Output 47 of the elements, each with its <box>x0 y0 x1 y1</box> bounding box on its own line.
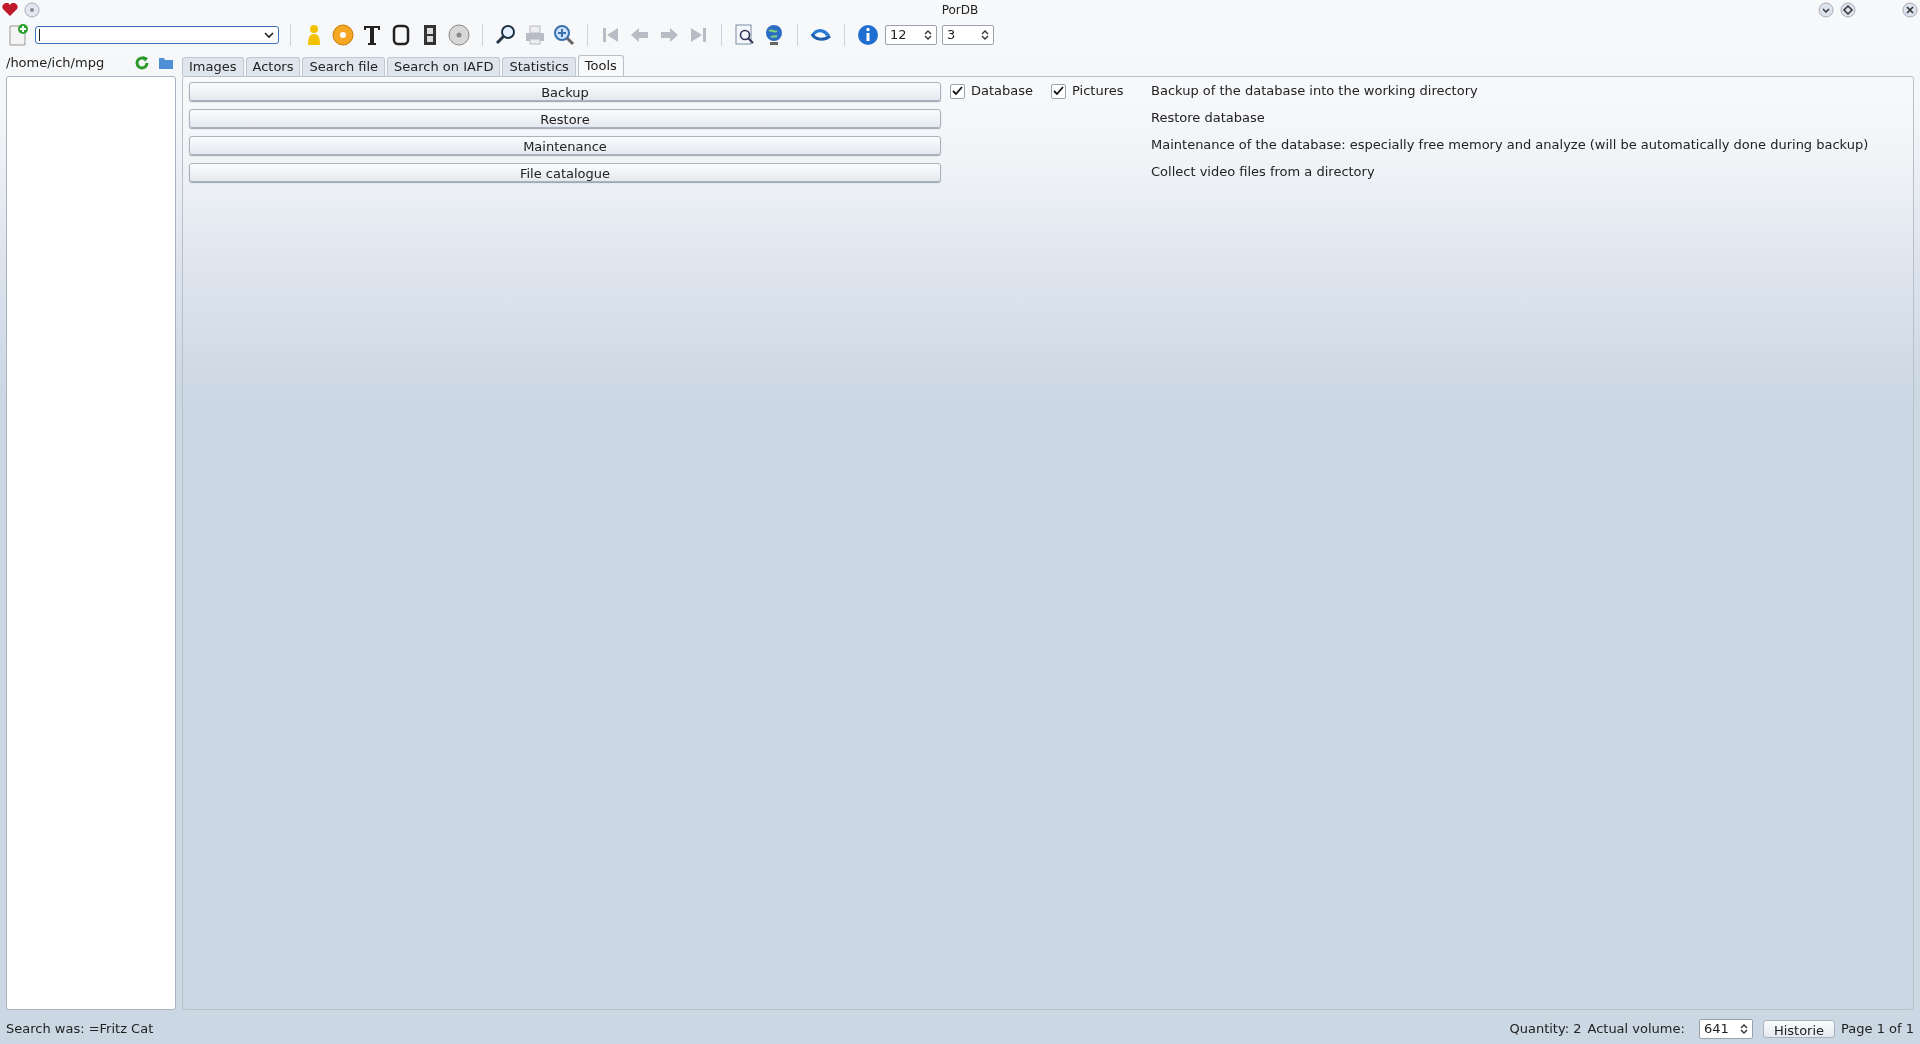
history-button[interactable]: Historie <box>1762 1020 1836 1038</box>
checkbox[interactable] <box>950 83 965 99</box>
disc-icon[interactable] <box>331 23 355 47</box>
tab[interactable]: Statistics <box>502 57 576 76</box>
spin-box[interactable]: 641 <box>1698 1019 1753 1039</box>
folder-icon[interactable] <box>158 56 174 70</box>
check-icon <box>1053 86 1065 96</box>
up-down-arrows-icon[interactable] <box>981 29 989 41</box>
zoom-in-icon[interactable] <box>552 23 576 47</box>
tab[interactable]: Tools <box>577 55 624 76</box>
up-down-arrows-icon[interactable] <box>1739 1023 1748 1035</box>
tool-description: Restore database <box>1151 109 1265 128</box>
tab[interactable]: Search file <box>302 57 386 76</box>
checkbox-label: Pictures <box>1072 82 1124 101</box>
heart-logo-icon <box>2 3 18 17</box>
tab[interactable]: Search on IAFD <box>387 57 501 76</box>
new-document-icon[interactable] <box>6 23 30 47</box>
up-down-arrows-icon[interactable] <box>924 29 932 41</box>
tool-button[interactable]: Restore <box>189 108 941 128</box>
info-icon[interactable] <box>856 23 880 47</box>
refresh-icon[interactable] <box>134 55 150 71</box>
checkbox-label: Database <box>971 82 1034 101</box>
page-indicator: Page 1 of 1 <box>1841 1020 1914 1039</box>
window-title: PorDB <box>941 2 979 19</box>
volume-label: Actual volume: <box>1587 1020 1685 1039</box>
tool-button[interactable]: Backup <box>189 81 941 101</box>
directory-path: /home/ich/mpg <box>6 54 105 73</box>
spin-box[interactable]: 12 <box>885 25 937 45</box>
search-status: Search was: =Fritz Cat <box>6 1020 154 1039</box>
tool-description: Maintenance of the database: especially free memory and analyze (will be automatically done during backup) <box>1151 136 1869 155</box>
minimize-icon[interactable] <box>1818 2 1834 18</box>
search-icon[interactable] <box>494 23 518 47</box>
search-combo-box[interactable] <box>35 26 279 44</box>
circle-button-icon[interactable] <box>24 2 40 18</box>
maximize-icon[interactable] <box>1840 2 1856 18</box>
tab[interactable]: Images <box>182 57 244 76</box>
tool-button[interactable]: Maintenance <box>189 135 941 155</box>
quantity-label: Quantity: 2 <box>1509 1020 1582 1039</box>
dvd-disc-icon[interactable] <box>447 23 471 47</box>
close-icon[interactable] <box>1902 2 1918 18</box>
check-icon <box>952 86 963 96</box>
tool-button[interactable]: File catalogue <box>189 162 941 182</box>
tool-description: Collect video files from a directory <box>1151 163 1375 182</box>
tab[interactable]: Actors <box>245 57 301 76</box>
spin-box[interactable]: 3 <box>942 25 994 45</box>
checkbox[interactable] <box>1051 83 1067 99</box>
tool-description: Backup of the database into the working directory <box>1151 82 1478 101</box>
